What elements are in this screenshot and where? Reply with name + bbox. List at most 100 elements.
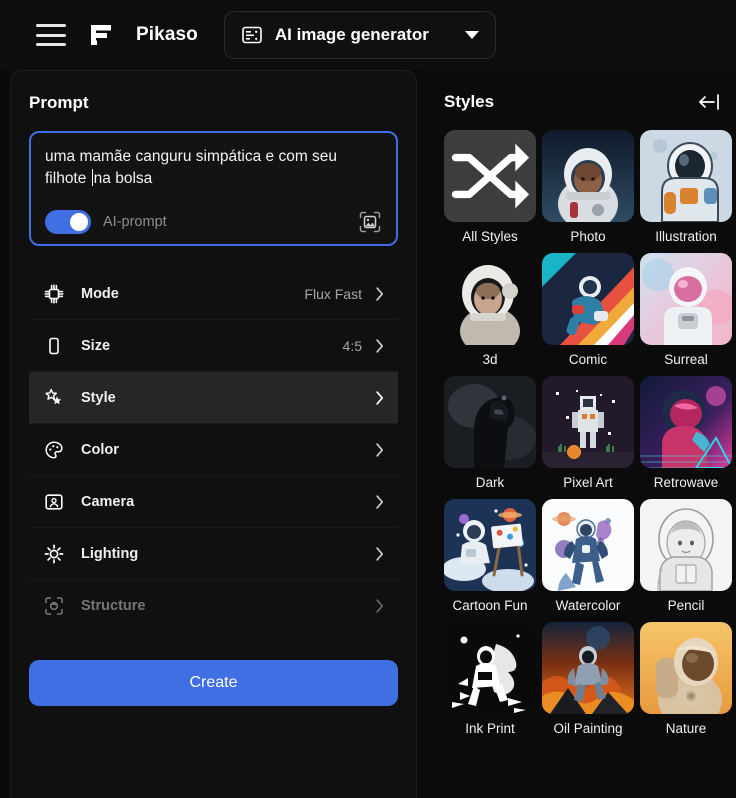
ai-prompt-toggle-label: AI-prompt: [103, 214, 167, 230]
tool-selector-label: AI image generator: [274, 25, 429, 44]
style-cell-3d[interactable]: 3d: [444, 253, 536, 367]
hamburger-bar: [36, 43, 66, 46]
setting-row-style[interactable]: Style: [29, 372, 398, 424]
style-thumb: [444, 622, 536, 714]
prompt-input-box[interactable]: uma mamãe canguru simpática e com seu fi…: [29, 131, 398, 246]
size-rectangle-icon: [43, 335, 65, 357]
style-cell-photo[interactable]: Photo: [542, 130, 634, 244]
style-cell-comic[interactable]: Comic: [542, 253, 634, 367]
style-label: Dark: [475, 475, 505, 490]
style-thumb: [640, 130, 732, 222]
style-cell-surreal[interactable]: Surreal: [640, 253, 732, 367]
style-thumb: [640, 499, 732, 591]
toggle-knob: [70, 213, 88, 231]
style-label: Watercolor: [555, 598, 621, 613]
style-cell-dark[interactable]: Dark: [444, 376, 536, 490]
style-label: Oil Painting: [553, 721, 623, 736]
style-cell-cartoon-fun[interactable]: Cartoon Fun: [444, 499, 536, 613]
setting-value-size: 4:5: [342, 337, 362, 354]
setting-value-mode: Flux Fast: [304, 285, 362, 302]
setting-label: Structure: [81, 598, 146, 614]
style-thumb: [444, 253, 536, 345]
hamburger-bar: [36, 33, 66, 37]
setting-label: Camera: [81, 493, 135, 510]
style-label: Illustration: [655, 229, 717, 244]
setting-row-lighting[interactable]: Lighting: [29, 528, 398, 580]
style-cell-all-styles[interactable]: All Styles: [444, 130, 536, 244]
color-palette-icon: [43, 439, 65, 461]
chevron-right-icon: [376, 390, 384, 405]
tool-selector-dropdown[interactable]: AI image generator: [223, 11, 496, 59]
style-cell-retrowave[interactable]: Retrowave: [640, 376, 732, 490]
setting-label: Style: [81, 389, 116, 406]
prompt-panel: Prompt uma mamãe canguru simpática e com…: [10, 70, 417, 798]
main-body: Prompt uma mamãe canguru simpática e com…: [0, 70, 736, 798]
setting-row-size[interactable]: Size 4:5: [29, 320, 398, 372]
text-cursor: [91, 169, 93, 186]
style-thumb: [542, 499, 634, 591]
style-thumb: [640, 376, 732, 468]
style-label: Nature: [665, 721, 707, 736]
style-cell-pixel-art[interactable]: Pixel Art: [542, 376, 634, 490]
style-label: Comic: [568, 352, 608, 367]
setting-label: Size: [81, 337, 111, 354]
style-label: 3d: [482, 352, 498, 367]
style-label: Photo: [570, 229, 606, 244]
ai-prompt-toggle[interactable]: [45, 210, 91, 234]
style-cell-watercolor[interactable]: Watercolor: [542, 499, 634, 613]
style-label: Cartoon Fun: [452, 598, 528, 613]
collapse-panel-left-arrow-icon[interactable]: [696, 92, 722, 112]
chevron-right-icon: [376, 442, 384, 457]
prompt-text-before-caret: uma mamãe canguru simpática e com seu fi…: [45, 148, 338, 187]
lighting-sun-icon: [43, 543, 65, 565]
setting-row-mode[interactable]: Mode Flux Fast: [29, 268, 398, 320]
style-cell-oil-painting[interactable]: Oil Painting: [542, 622, 634, 736]
style-label: Surreal: [664, 352, 708, 367]
freepik-f-logo-icon[interactable]: [88, 22, 114, 48]
chevron-right-icon: [376, 286, 384, 301]
styles-grid: All Styles Photo Illustration 3d Comic S…: [444, 130, 736, 736]
styles-panel-header: Styles: [444, 92, 736, 112]
structure-icon: [43, 595, 65, 617]
hamburger-bar: [36, 24, 66, 27]
app-root: Pikaso AI image generator Prompt uma mam…: [0, 0, 736, 798]
style-stars-icon: [43, 387, 65, 409]
settings-list: Mode Flux Fast Size 4:5 Style Color Came…: [29, 268, 398, 632]
image-frame-upload-icon[interactable]: [358, 210, 382, 234]
chevron-down-icon: [464, 31, 479, 39]
setting-label: Color: [81, 441, 119, 458]
style-thumb: [542, 376, 634, 468]
style-thumb: [444, 376, 536, 468]
style-thumb: [444, 499, 536, 591]
create-button[interactable]: Create: [29, 660, 398, 706]
chevron-right-icon: [376, 599, 384, 613]
top-bar: Pikaso AI image generator: [0, 0, 736, 70]
prompt-panel-title: Prompt: [29, 93, 89, 112]
shuffle-icon: [444, 130, 536, 222]
style-cell-ink-print[interactable]: Ink Print: [444, 622, 536, 736]
style-label: Ink Print: [465, 721, 515, 736]
prompt-footer: AI-prompt: [45, 210, 382, 234]
prompt-text[interactable]: uma mamãe canguru simpática e com seu fi…: [45, 146, 382, 196]
chevron-right-icon: [376, 338, 384, 353]
style-cell-pencil[interactable]: Pencil: [640, 499, 732, 613]
style-label: All Styles: [462, 229, 518, 244]
style-thumb: [542, 622, 634, 714]
camera-portrait-icon: [43, 491, 65, 513]
style-cell-illustration[interactable]: Illustration: [640, 130, 732, 244]
mode-gear-icon: [43, 283, 65, 305]
setting-row-camera[interactable]: Camera: [29, 476, 398, 528]
style-cell-nature[interactable]: Nature: [640, 622, 732, 736]
chevron-right-icon: [376, 546, 384, 561]
hamburger-menu-icon[interactable]: [36, 24, 66, 46]
styles-panel-title: Styles: [444, 92, 495, 111]
ai-image-generator-icon: [241, 24, 263, 46]
setting-row-color[interactable]: Color: [29, 424, 398, 476]
style-label: Pencil: [667, 598, 705, 613]
prompt-text-after-caret: na bolsa: [93, 170, 153, 187]
style-thumb: [542, 253, 634, 345]
setting-row-structure: Structure: [29, 580, 398, 632]
style-thumb: [444, 130, 536, 222]
setting-label: Mode: [81, 285, 119, 302]
chevron-right-icon: [376, 494, 384, 509]
